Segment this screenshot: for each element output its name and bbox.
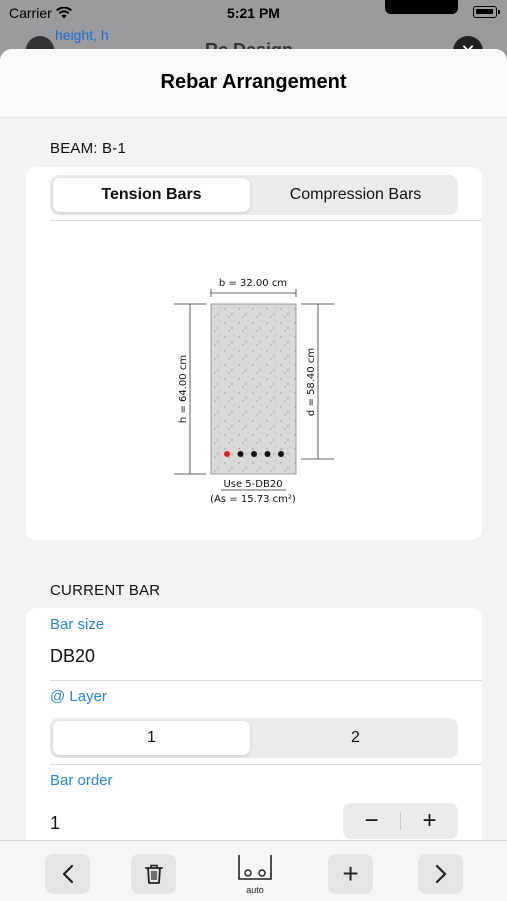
bar-order-label: Bar order	[50, 772, 113, 789]
background-hint-label: height, h	[55, 27, 109, 43]
layer-option-2[interactable]: 2	[256, 721, 455, 755]
segment-divider	[50, 220, 482, 221]
trash-icon	[144, 864, 163, 884]
rebar-dot	[224, 451, 230, 457]
beam-section-label: BEAM: B-1	[50, 140, 126, 157]
current-bar-section-label: CURRENT BAR	[50, 582, 161, 599]
auto-label: auto	[246, 885, 264, 895]
beam-card: Tension Bars Compression Bars b = 32.00 …	[26, 167, 482, 540]
bar-size-label: Bar size	[50, 616, 105, 633]
height-dimension-label: h = 64.00 cm	[178, 355, 189, 423]
sheet-title: Rebar Arrangement	[160, 71, 347, 93]
rebar-sheet: Rebar Arrangement BEAM: B-1 Tension Bars…	[0, 49, 507, 900]
recording-indicator	[385, 0, 458, 14]
bottom-toolbar: auto +	[0, 840, 507, 901]
width-dimension-label: b = 32.00 cm	[219, 278, 287, 289]
divider	[50, 764, 482, 765]
previous-button[interactable]	[45, 854, 90, 894]
increment-button[interactable]: +	[401, 803, 458, 839]
rebar-dot	[278, 451, 284, 457]
tab-compression-bars[interactable]: Compression Bars	[256, 178, 455, 212]
delete-button[interactable]	[131, 854, 176, 894]
rebar-dot	[237, 451, 244, 457]
battery-icon	[473, 6, 500, 18]
bar-size-value[interactable]: DB20	[50, 646, 95, 667]
rebar-area-label: (As = 15.73 cm²)	[210, 494, 296, 505]
sheet-header: Rebar Arrangement	[0, 49, 507, 118]
auto-arrange-icon	[238, 855, 272, 880]
divider	[50, 680, 482, 681]
layer-segmented-control: 1 2	[50, 718, 458, 758]
layer-label: @ Layer	[50, 688, 107, 705]
auto-arrange-button[interactable]: auto	[236, 853, 274, 897]
bar-type-segmented-control: Tension Bars Compression Bars	[50, 175, 458, 215]
bar-order-stepper: − +	[343, 803, 458, 839]
depth-dimension-label: d = 58.40 cm	[306, 348, 317, 416]
decrement-button[interactable]: −	[343, 803, 400, 839]
rebar-use-label: Use 5-DB20	[223, 479, 282, 490]
layer-option-1[interactable]: 1	[53, 721, 250, 755]
chevron-right-icon	[435, 864, 446, 884]
chevron-left-icon	[62, 864, 73, 884]
bar-order-value: 1	[50, 813, 61, 833]
rebar-dot	[251, 451, 257, 457]
next-button[interactable]	[418, 854, 463, 894]
beam-section-diagram: b = 32.00 cm h = 64.00 cm d = 58.40 cm U…	[174, 278, 334, 505]
beam-concrete-section	[210, 303, 297, 475]
tab-tension-bars[interactable]: Tension Bars	[53, 178, 250, 212]
add-bar-button[interactable]: +	[328, 854, 373, 894]
rebar-dot	[264, 451, 271, 457]
